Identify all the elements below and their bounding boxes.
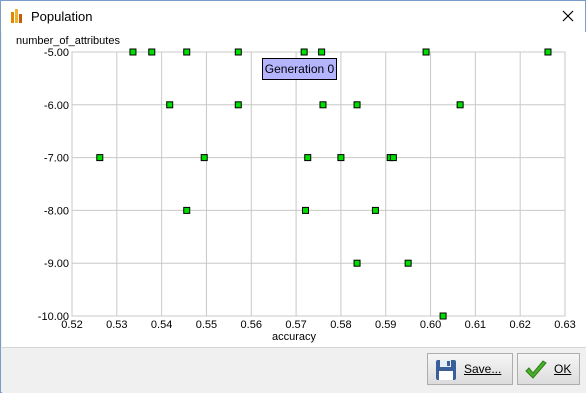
x-tick-label: 0.59	[375, 319, 396, 331]
scatter-point	[337, 154, 345, 162]
scatter-point	[183, 206, 191, 214]
close-button[interactable]	[551, 1, 585, 32]
scatter-point	[183, 48, 191, 56]
x-tick-label: 0.58	[330, 319, 351, 331]
x-tick-label: 0.53	[106, 319, 127, 331]
y-axis-label: number_of_attributes	[16, 35, 120, 47]
x-tick-label: 0.62	[509, 319, 530, 331]
y-tick-label: -6.00	[44, 100, 69, 112]
ok-button-label: OK	[554, 362, 572, 376]
scatter-point	[422, 48, 430, 56]
scatter-point	[302, 206, 310, 214]
chart-app-icon	[11, 9, 22, 23]
scatter-point	[456, 101, 464, 109]
plot-frame	[71, 51, 566, 317]
scatter-point	[166, 101, 174, 109]
scatter-point	[318, 48, 326, 56]
scatter-point	[300, 48, 308, 56]
window-title: Population	[31, 9, 93, 24]
scatter-plot: 0.52 0.53 0.54 0.55 0.56 0.57 0.58 0.59 0.60 0.61…	[2, 32, 586, 347]
y-tick-label: -9.00	[44, 258, 69, 270]
x-tick-label: 0.63	[554, 319, 575, 331]
checkmark-icon	[525, 360, 547, 379]
save-button-label: Save...	[464, 362, 502, 376]
scatter-point	[148, 48, 156, 56]
x-tick-label: 0.54	[151, 319, 172, 331]
scatter-point	[353, 101, 361, 109]
button-bar: Save... OK	[2, 347, 586, 393]
scatter-point	[439, 312, 447, 320]
floppy-disk-icon	[436, 360, 456, 380]
x-axis-label: accuracy	[272, 331, 317, 343]
save-button[interactable]: Save...	[427, 353, 513, 385]
x-tick-label: 0.60	[420, 319, 441, 331]
scatter-point	[544, 48, 552, 56]
scatter-point	[389, 154, 397, 162]
y-tick-label: -10.00	[38, 311, 69, 323]
scatter-point	[234, 101, 242, 109]
population-window: Population 0.52 0.53 0.54 0.55 0.56 0.57 0.58 0…	[0, 0, 586, 393]
x-tick-label: 0.57	[285, 319, 306, 331]
y-tick-label: -7.00	[44, 153, 69, 165]
scatter-point	[319, 101, 327, 109]
y-tick-label: -5.00	[44, 47, 69, 59]
y-tick-label: -8.00	[44, 205, 69, 217]
scatter-point	[200, 154, 208, 162]
title-bar: Population	[1, 1, 585, 32]
scatter-point	[96, 154, 104, 162]
scatter-point	[129, 48, 137, 56]
x-tick-label: 0.56	[241, 319, 262, 331]
scatter-point	[371, 206, 379, 214]
scatter-point	[353, 259, 361, 267]
scatter-point	[304, 154, 312, 162]
scatter-point	[234, 48, 242, 56]
x-tick-label: 0.61	[465, 319, 486, 331]
generation-label: Generation 0	[262, 58, 337, 80]
ok-button[interactable]: OK	[517, 353, 580, 385]
close-icon	[562, 10, 574, 22]
scatter-point	[404, 259, 412, 267]
x-tick-label: 0.55	[196, 319, 217, 331]
